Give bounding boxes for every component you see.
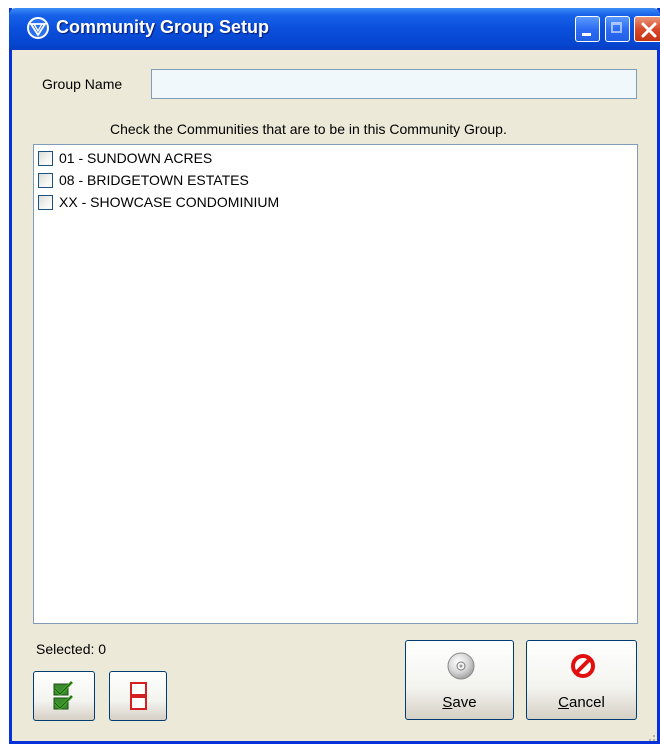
checkbox[interactable] <box>38 195 53 210</box>
check-all-icon <box>53 681 74 711</box>
selected-count: Selected: 0 <box>36 641 107 657</box>
close-button[interactable] <box>634 16 660 42</box>
community-label: 01 - SUNDOWN ACRES <box>59 150 213 166</box>
window-title: Community Group Setup <box>56 17 269 37</box>
checkbox[interactable] <box>38 151 53 166</box>
list-item[interactable]: 01 - SUNDOWN ACRES <box>38 147 212 169</box>
list-item[interactable]: XX - SHOWCASE CONDOMINIUM <box>38 191 279 213</box>
list-item[interactable]: 08 - BRIDGETOWN ESTATES <box>38 169 249 191</box>
minimize-button[interactable] <box>575 16 600 42</box>
group-name-input[interactable] <box>151 69 637 99</box>
disc-icon <box>447 652 475 680</box>
resize-grip-icon[interactable] <box>647 733 655 741</box>
maximize-button[interactable] <box>605 16 630 42</box>
uncheck-all-button[interactable] <box>109 671 167 721</box>
close-icon <box>641 22 657 38</box>
cancel-button[interactable]: Cancel <box>526 640 637 720</box>
uncheck-all-icon <box>130 682 147 710</box>
no-entry-icon <box>571 654 595 678</box>
save-button[interactable]: Save <box>405 640 514 720</box>
group-name-label: Group Name <box>42 76 123 92</box>
instruction-text: Check the Communities that are to be in … <box>110 121 507 137</box>
save-label: Save <box>442 694 477 711</box>
community-label: XX - SHOWCASE CONDOMINIUM <box>59 194 280 210</box>
title-bar[interactable]: Community Group Setup <box>9 8 660 50</box>
app-logo-icon <box>27 17 49 39</box>
check-all-button[interactable] <box>33 671 95 721</box>
community-label: 08 - BRIDGETOWN ESTATES <box>59 172 249 188</box>
checkbox[interactable] <box>38 173 53 188</box>
cancel-label: Cancel <box>558 694 605 711</box>
communities-checklist[interactable]: 01 - SUNDOWN ACRES 08 - BRIDGETOWN ESTAT… <box>33 144 638 624</box>
